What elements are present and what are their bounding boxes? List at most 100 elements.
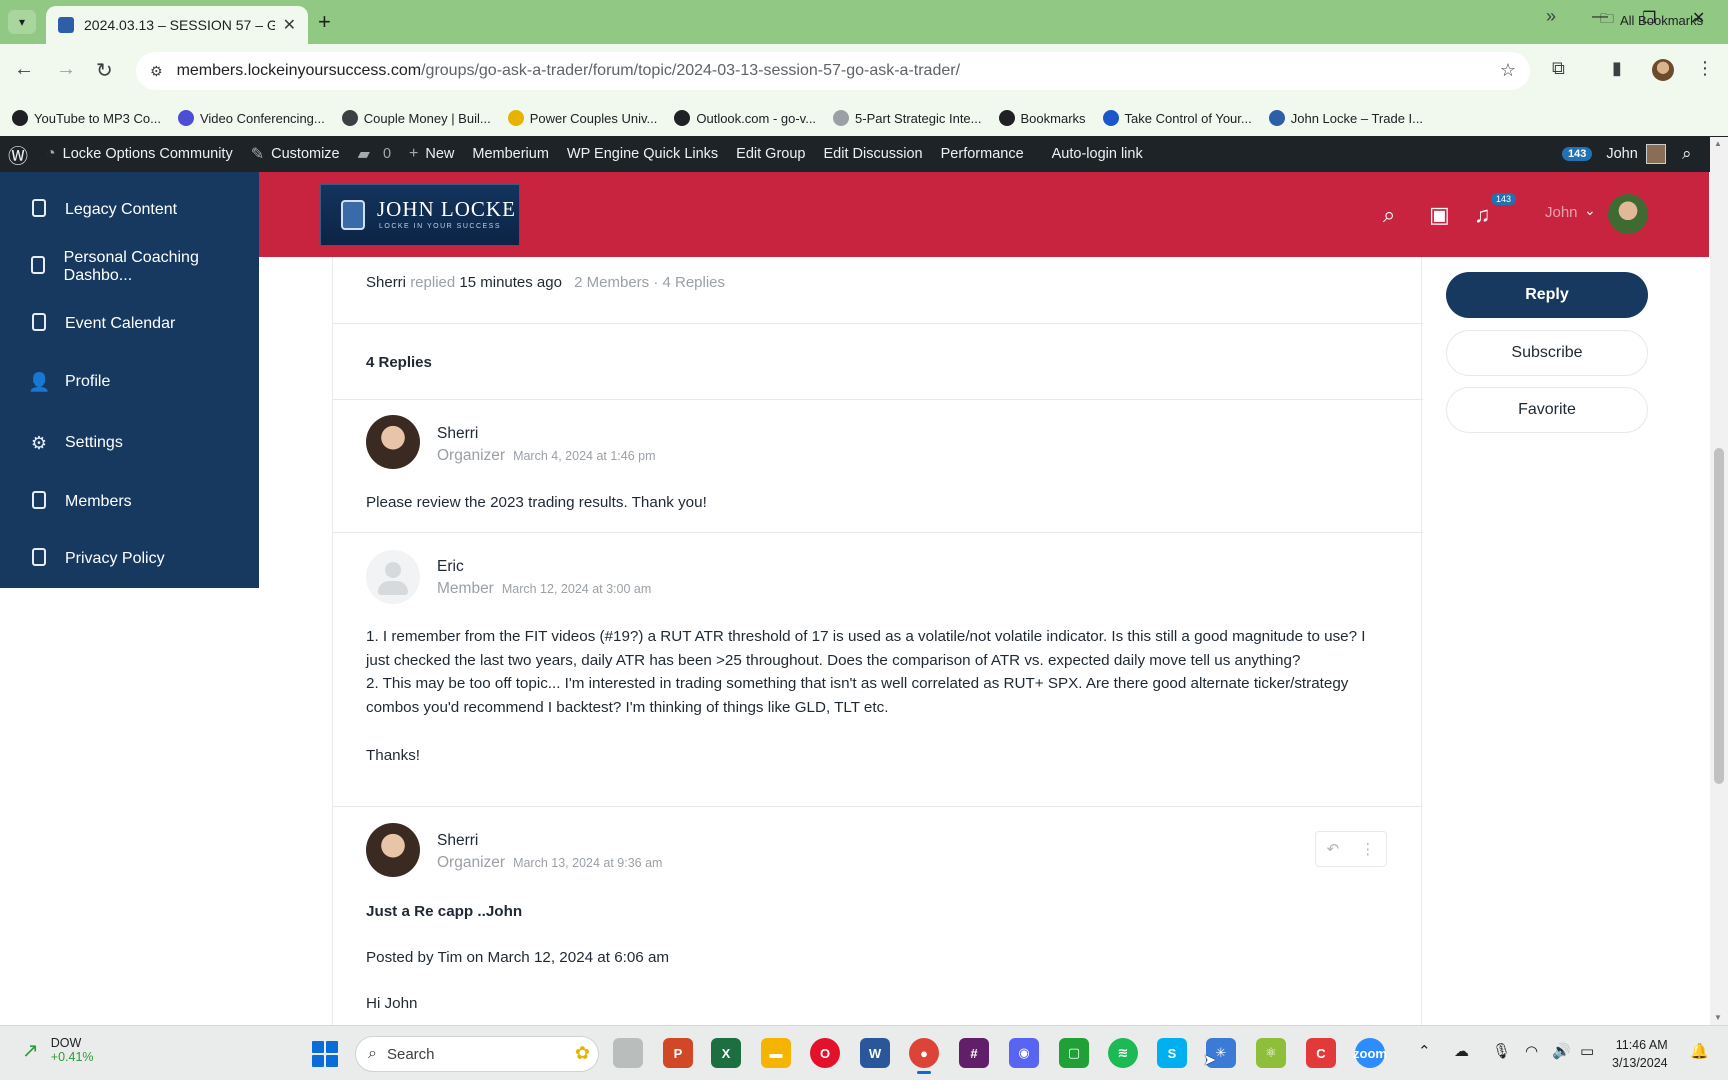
close-tab-icon[interactable]: ✕ (283, 15, 296, 35)
reload-icon[interactable]: ↻ (96, 58, 113, 83)
inbox-icon[interactable]: ▣ (1429, 202, 1450, 228)
volume-icon[interactable]: 🔊 (1552, 1042, 1571, 1060)
adminbar-memberium[interactable]: Memberium (472, 146, 549, 162)
taskbar-search[interactable]: ⌕ Search ✿ (355, 1036, 599, 1072)
favorite-button[interactable]: Favorite (1446, 387, 1648, 433)
post-author[interactable]: Sherri (437, 425, 478, 443)
forward-arrow-icon[interactable]: → (56, 58, 76, 81)
chrome-icon[interactable]: ● (909, 1038, 939, 1074)
back-arrow-icon[interactable]: ← (14, 58, 34, 81)
bookmark-item[interactable]: Outlook.com - go-v... (674, 110, 816, 126)
all-bookmarks-button[interactable]: 🗀 All Bookmarks (1600, 8, 1703, 32)
wp-admin-bar: Ⓦ ◔ Locke Options Community ✎ Customize ▰ 0… (0, 136, 1728, 172)
post-author[interactable]: Eric (437, 558, 464, 576)
more-options-icon[interactable]: ⋮ (1360, 840, 1375, 858)
adminbar-edit-discussion[interactable]: Edit Discussion (824, 146, 923, 162)
chevron-down-icon[interactable]: ⌄ (1584, 202, 1596, 219)
post-title: Just a Re capp ..John (366, 903, 523, 920)
wordpress-logo-icon[interactable]: Ⓦ (8, 140, 28, 169)
system-clock[interactable]: 11:46 AM 3/13/2024 (1612, 1036, 1668, 1072)
spotify-icon[interactable]: ≋ (1108, 1038, 1138, 1068)
more-bookmarks-icon[interactable]: » (1546, 6, 1556, 27)
address-bar[interactable]: ⚙ members.lockeinyoursuccess.com/groups/… (136, 52, 1530, 90)
topic-meta: Sherri replied 15 minutes ago 2 Members … (366, 274, 726, 291)
default-avatar-icon[interactable] (366, 550, 420, 604)
adminbar-new[interactable]: + New (409, 145, 454, 163)
red-app-icon[interactable]: C (1306, 1038, 1336, 1068)
opera-icon[interactable]: O (810, 1038, 840, 1068)
post-author[interactable]: Sherri (437, 832, 478, 850)
sidebar-item-label: Settings (65, 434, 123, 451)
atom-app-icon[interactable]: ⚛ (1256, 1038, 1286, 1068)
sidebar-item-event-calendar[interactable]: Event Calendar (0, 304, 259, 344)
skype-icon[interactable]: S (1157, 1038, 1187, 1068)
sidebar-item-privacy-policy[interactable]: Privacy Policy (0, 539, 259, 579)
adminbar-customize[interactable]: ✎ Customize (251, 144, 340, 164)
bookmark-item[interactable]: Video Conferencing... (177, 110, 325, 126)
side-panel-icon[interactable]: ▮ (1612, 58, 1622, 79)
bookmark-star-icon[interactable]: ☆ (1500, 60, 1516, 81)
bookmark-item[interactable]: 5-Part Strategic Inte... (833, 110, 982, 126)
scrollbar-thumb[interactable] (1714, 448, 1724, 784)
bookmark-item[interactable]: John Locke – Trade I... (1268, 110, 1423, 126)
word-icon[interactable]: W (860, 1038, 890, 1068)
adminbar-site-name[interactable]: ◔ Locke Options Community (46, 145, 233, 163)
excel-icon[interactable]: X (711, 1038, 741, 1068)
adminbar-account[interactable]: 143 John (1562, 136, 1666, 172)
sidebar-item-profile[interactable]: 👤 Profile (0, 362, 259, 402)
page-scrollbar[interactable]: ▲ ▼ (1710, 137, 1728, 1025)
cloud-icon[interactable]: ☁ (1454, 1042, 1469, 1060)
chrome-menu-icon[interactable]: ⋮ (1696, 58, 1714, 79)
camtasia-icon[interactable]: ▢ (1059, 1038, 1089, 1068)
notification-bell-icon[interactable]: 🔔 (1690, 1042, 1709, 1060)
author-avatar[interactable] (366, 823, 420, 877)
chart-up-icon: ↗ (22, 1039, 39, 1062)
browser-tab-strip: ▾ 2024.03.13 – SESSION 57 – GO ✕ + — ❐ ✕ (0, 0, 1728, 44)
battery-icon[interactable]: ▭ (1580, 1042, 1594, 1060)
profile-avatar[interactable] (1652, 59, 1674, 81)
show-hidden-icons[interactable]: ⌃ (1418, 1042, 1431, 1060)
sidebar-item-settings[interactable]: ⚙ Settings (0, 423, 259, 463)
sidebar-item-personal-coaching-dashbo[interactable]: Personal Coaching Dashbo... (0, 247, 259, 287)
search-icon[interactable]: ⌕ (1383, 202, 1395, 228)
bookmark-item[interactable]: Bookmarks (998, 110, 1086, 126)
adminbar-search-icon[interactable]: ⌕ (1682, 136, 1692, 172)
file-explorer-icon[interactable]: ▬ (761, 1038, 791, 1068)
adminbar-edit-group[interactable]: Edit Group (736, 146, 805, 162)
reply-button[interactable]: Reply (1446, 272, 1648, 318)
discord-icon[interactable]: ◉ (1009, 1038, 1039, 1068)
bookmark-item[interactable]: Couple Money | Buil... (341, 110, 491, 126)
slack-icon[interactable]: # (959, 1038, 989, 1068)
bell-icon[interactable]: ♫ (1474, 202, 1491, 228)
new-tab-button[interactable]: + (318, 10, 331, 34)
comment-icon: ▰ (357, 146, 370, 163)
powerpoint-icon[interactable]: P (663, 1038, 693, 1068)
zoom-icon[interactable]: zoom (1353, 1038, 1387, 1068)
user-avatar[interactable] (1608, 194, 1648, 234)
bookmark-item[interactable]: Power Couples Univ... (507, 110, 657, 126)
wifi-icon[interactable]: ◠ (1525, 1042, 1538, 1060)
adminbar-comments[interactable]: ▰ 0 (358, 144, 391, 164)
site-info-icon[interactable]: ⚙ (150, 63, 163, 80)
extensions-icon[interactable]: ⧉ (1552, 58, 1565, 79)
site-logo[interactable]: JOHN LOCKE LOCKE IN YOUR SUCCESS (320, 184, 520, 246)
adminbar-user: John (1606, 146, 1638, 162)
bookmark-item[interactable]: YouTube to MP3 Co... (12, 110, 161, 126)
sidebar-item-legacy-content[interactable]: Legacy Content (0, 190, 259, 230)
author-avatar[interactable] (366, 415, 420, 469)
header-user-name[interactable]: John (1545, 204, 1578, 221)
microphone-icon[interactable]: 🎙 (1492, 1042, 1511, 1060)
adminbar-auto-login[interactable]: Auto-login link (1052, 146, 1143, 162)
stock-widget[interactable]: ↗ DOW +0.41% (22, 1036, 94, 1064)
task-view-icon[interactable] (613, 1038, 643, 1068)
sidebar-item-members[interactable]: Members (0, 482, 259, 522)
browser-tab-active[interactable]: 2024.03.13 – SESSION 57 – GO ✕ (46, 6, 308, 44)
tab-search-button[interactable]: ▾ (8, 10, 36, 34)
sidebar-item-label: Event Calendar (65, 315, 176, 332)
subscribe-button[interactable]: Subscribe (1446, 330, 1648, 376)
reply-arrow-icon[interactable]: ↶ (1327, 840, 1340, 858)
adminbar-performance[interactable]: Performance (941, 146, 1024, 162)
bookmark-item[interactable]: Take Control of Your... (1102, 110, 1252, 126)
windows-start-icon[interactable] (312, 1041, 338, 1067)
adminbar-wp-engine[interactable]: WP Engine Quick Links (567, 146, 718, 162)
